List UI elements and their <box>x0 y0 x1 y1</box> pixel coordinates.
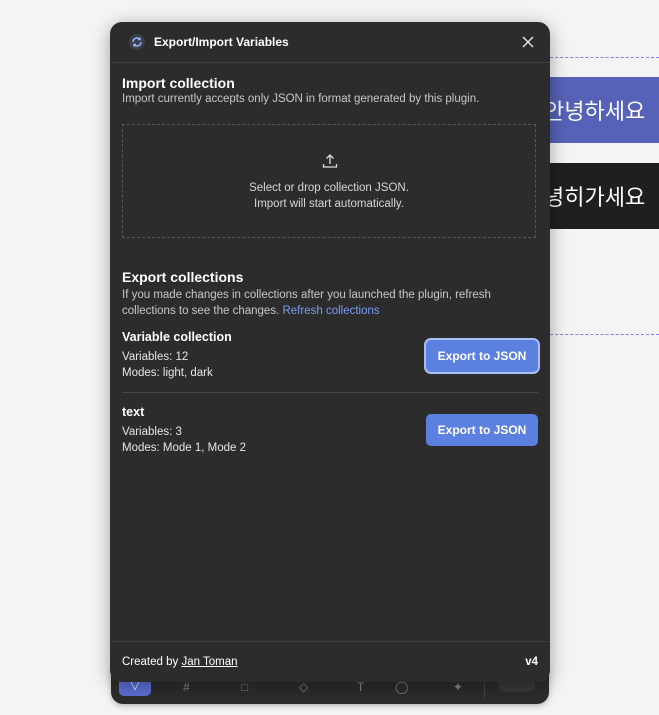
import-section-title: Import collection <box>122 75 235 91</box>
plugin-dialog: Export/Import Variables Import collectio… <box>110 22 550 682</box>
export-section-description: If you made changes in collections after… <box>122 287 522 319</box>
pen-tool-icon[interactable]: ◇ <box>299 680 308 694</box>
author-link[interactable]: Jan Toman <box>181 656 237 668</box>
export-section-title: Export collections <box>122 269 244 285</box>
created-by-label: Created by <box>122 656 179 668</box>
dropzone-instruction: Select or drop collection JSON. <box>249 182 409 194</box>
version-label: v4 <box>525 656 538 668</box>
canvas-frame-text: 녕히가세요 <box>544 186 646 211</box>
collection-item: Variable collection Variables: 12 Modes:… <box>122 330 538 380</box>
collection-item: text Variables: 3 Modes: Mode 1, Mode 2 … <box>122 405 538 455</box>
import-section-description: Import currently accepts only JSON in fo… <box>122 93 480 105</box>
refresh-collections-link[interactable]: Refresh collections <box>282 305 379 317</box>
shape-tool-icon[interactable]: □ <box>241 680 248 694</box>
actions-tool-icon[interactable]: ✦ <box>453 680 463 694</box>
comment-tool-icon[interactable]: ◯ <box>395 680 408 694</box>
canvas-frame-greeting[interactable]: 안녕하세요 <box>540 77 659 143</box>
import-dropzone[interactable]: Select or drop collection JSON. Import w… <box>122 124 536 238</box>
dialog-footer: Created by Jan Toman v4 <box>110 641 550 682</box>
close-icon[interactable] <box>518 32 538 52</box>
upload-icon <box>322 154 338 168</box>
export-to-json-button[interactable]: Export to JSON <box>426 414 538 446</box>
plugin-icon <box>129 34 145 50</box>
text-tool-icon[interactable]: T <box>357 680 364 694</box>
export-to-json-button[interactable]: Export to JSON <box>426 340 538 372</box>
credits: Created by Jan Toman <box>122 656 238 668</box>
dialog-titlebar: Export/Import Variables <box>110 22 550 63</box>
canvas-frame-farewell[interactable]: 녕히가세요 <box>540 163 659 229</box>
dropzone-hint: Import will start automatically. <box>254 198 404 210</box>
collection-divider <box>122 392 538 393</box>
canvas-frame-text: 안녕하세요 <box>544 100 646 125</box>
dialog-title: Export/Import Variables <box>154 35 289 49</box>
frame-tool-icon[interactable]: # <box>183 680 190 694</box>
